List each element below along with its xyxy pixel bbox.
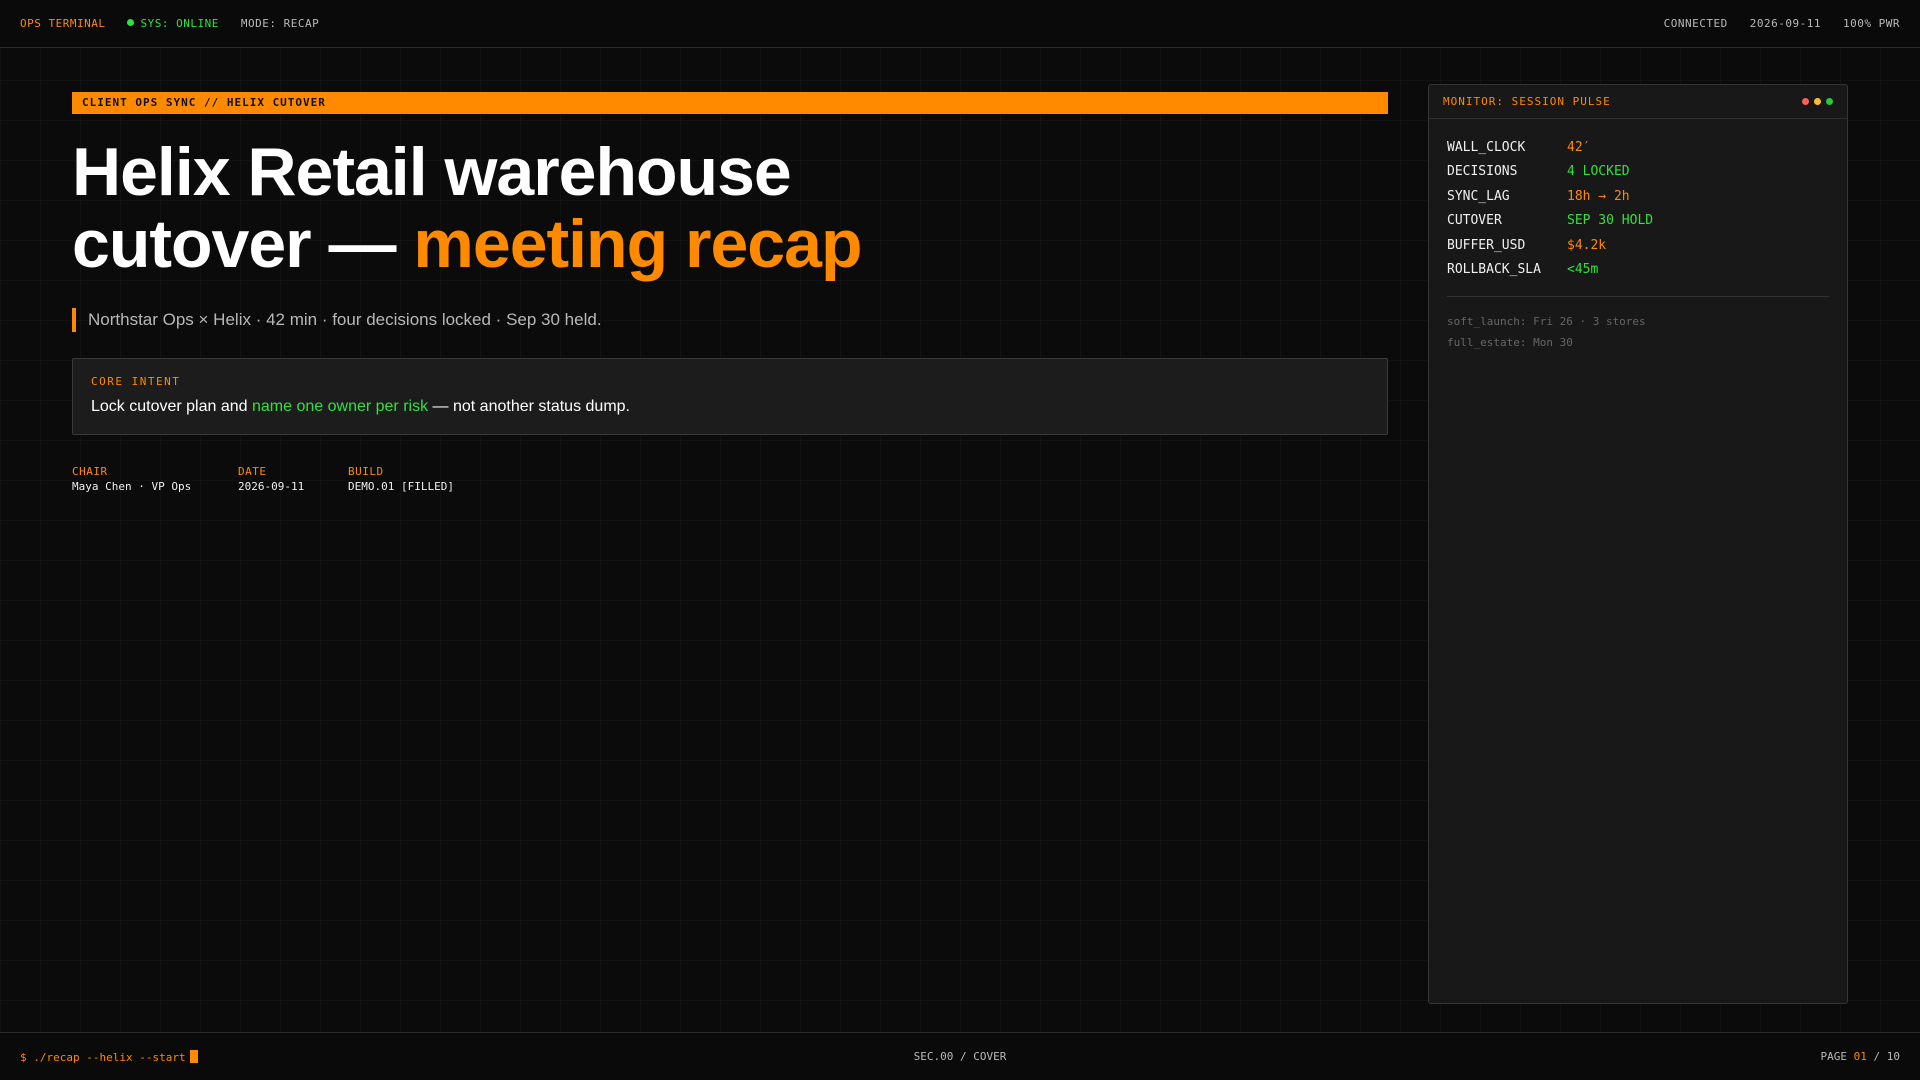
section-banner: CLIENT OPS SYNC // HELIX CUTOVER — [72, 92, 1388, 114]
monitor-header: MONITOR: SESSION PULSE — [1429, 85, 1847, 119]
cover-content: CLIENT OPS SYNC // HELIX CUTOVER Helix R… — [72, 92, 1388, 493]
page-label: PAGE — [1820, 1050, 1848, 1063]
metric-key: DECISIONS — [1447, 164, 1518, 180]
app-title: OPS TERMINAL — [20, 17, 106, 30]
note-line: full_estate: Mon 30 — [1447, 336, 1573, 349]
command-prompt[interactable]: $ ./recap --helix --start — [20, 1049, 198, 1064]
cursor-icon — [189, 1049, 198, 1063]
meta-value: Maya Chen · VP Ops — [72, 480, 192, 494]
metric-row: ROLLBACK_SLA <45m — [1447, 258, 1829, 283]
metric-value: <45m — [1567, 262, 1599, 278]
subtitle: Northstar Ops × Helix · 42 min · four de… — [72, 308, 1388, 333]
status-dot-icon — [127, 19, 135, 26]
intent-suffix: — not another status dump. — [428, 398, 630, 416]
metric-key: SYNC_LAG — [1447, 188, 1510, 204]
meta-build: BUILD DEMO.01 [FILLED] — [348, 465, 454, 493]
note-line: soft_launch: Fri 26 · 3 stores — [1447, 315, 1646, 328]
top-bar-left: OPS TERMINAL SYS: ONLINE MODE: RECAP — [20, 17, 319, 30]
metric-key: BUFFER_USD — [1447, 237, 1526, 253]
metric-key: WALL_CLOCK — [1447, 139, 1526, 155]
metric-row: CUTOVER SEP 30 HOLD — [1447, 209, 1829, 234]
metric-value: 18h → 2h — [1567, 188, 1630, 204]
core-intent-card: CORE INTENT Lock cutover plan and name o… — [72, 358, 1388, 436]
page-indicator: PAGE 01 / 10 — [1821, 1050, 1901, 1063]
system-status-text: SYS: ONLINE — [140, 17, 219, 30]
window-controls — [1802, 98, 1833, 105]
title-accent: meeting recap — [413, 206, 862, 283]
core-intent-label: CORE INTENT — [91, 375, 181, 389]
monitor-body: WALL_CLOCK 42′ DECISIONS 4 LOCKED SYNC_LAG… — [1429, 119, 1847, 369]
monitor-panel: MONITOR: SESSION PULSE WALL_CLOCK 42′ DEC… — [1428, 84, 1848, 1004]
metric-value: SEP 30 HOLD — [1567, 213, 1654, 229]
meta-date: DATE 2026-09-11 — [238, 465, 308, 493]
title-line-2-prefix: cutover — — [72, 206, 414, 283]
command-text: $ ./recap --helix --start — [20, 1050, 186, 1064]
intent-highlight: name one owner per risk — [252, 398, 429, 416]
metric-value: 4 LOCKED — [1567, 164, 1630, 180]
monitor-divider — [1447, 296, 1829, 297]
page-total: 10 — [1886, 1050, 1900, 1063]
bottom-command-bar: $ ./recap --helix --start SEC.00 / COVER… — [0, 1032, 1920, 1080]
page-current: 01 — [1853, 1050, 1867, 1063]
meta-key: DATE — [238, 465, 267, 479]
maximize-dot-icon[interactable] — [1826, 98, 1833, 105]
top-date: 2026-09-11 — [1749, 17, 1822, 30]
page-title: Helix Retail warehouse cutover — meeting… — [72, 136, 1388, 280]
minimize-dot-icon[interactable] — [1814, 98, 1821, 105]
metric-row: SYNC_LAG 18h → 2h — [1447, 184, 1829, 209]
top-status-bar: OPS TERMINAL SYS: ONLINE MODE: RECAP CON… — [0, 0, 1920, 48]
mode-indicator: MODE: RECAP — [240, 17, 320, 30]
metric-key: ROLLBACK_SLA — [1447, 262, 1541, 278]
power-level: 100% PWR — [1843, 17, 1900, 30]
meta-chair: CHAIR Maya Chen · VP Ops — [72, 465, 198, 493]
metric-row: BUFFER_USD $4.2k — [1447, 233, 1829, 258]
core-intent-text: Lock cutover plan and name one owner per… — [91, 398, 1369, 416]
meeting-meta: CHAIR Maya Chen · VP Ops DATE 2026-09-11… — [72, 465, 1388, 493]
section-indicator: SEC.00 / COVER — [913, 1050, 1007, 1063]
metric-value: 42′ — [1567, 139, 1591, 155]
page-separator: / — [1873, 1050, 1881, 1063]
metric-row: DECISIONS 4 LOCKED — [1447, 160, 1829, 185]
metric-row: WALL_CLOCK 42′ — [1447, 135, 1829, 160]
close-dot-icon[interactable] — [1802, 98, 1809, 105]
meta-value: 2026-09-11 — [238, 480, 305, 494]
monitor-title: MONITOR: SESSION PULSE — [1443, 95, 1611, 108]
meta-key: CHAIR — [72, 465, 108, 479]
meta-value: DEMO.01 [FILLED] — [348, 480, 454, 494]
monitor-notes: soft_launch: Fri 26 · 3 stores full_esta… — [1447, 311, 1829, 353]
metric-key: CUTOVER — [1447, 213, 1502, 229]
metric-value: $4.2k — [1567, 237, 1607, 253]
intent-prefix: Lock cutover plan and — [91, 398, 252, 416]
system-status: SYS: ONLINE — [127, 17, 218, 30]
top-bar-right: CONNECTED 2026-09-11 100% PWR — [1664, 17, 1900, 30]
meta-key: BUILD — [348, 465, 384, 479]
connection-status: CONNECTED — [1663, 17, 1728, 30]
title-line-1: Helix Retail warehouse — [72, 134, 792, 210]
